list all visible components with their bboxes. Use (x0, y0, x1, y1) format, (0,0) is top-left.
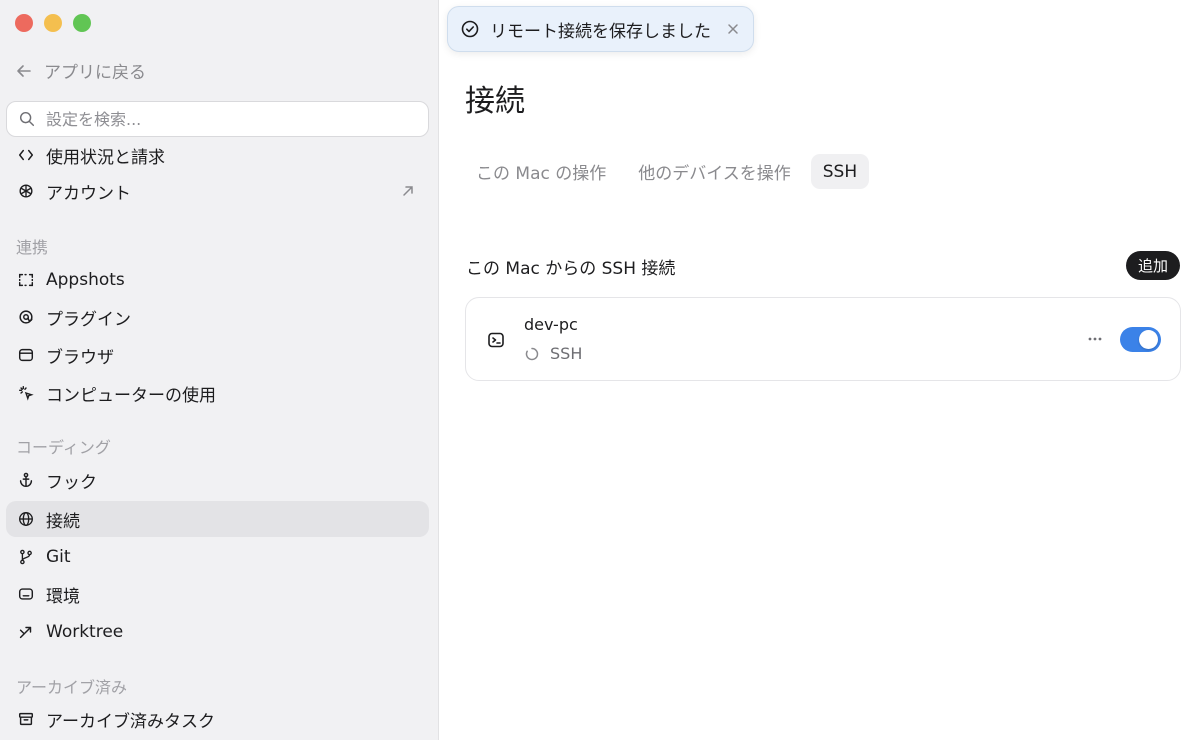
scroll-clip: 使用状況と請求 (0, 140, 438, 170)
sidebar-item-usage-billing[interactable]: 使用状況と請求 (6, 140, 429, 170)
sidebar-item-label: 使用状況と請求 (46, 147, 165, 168)
back-to-app-link[interactable]: アプリに戻る (14, 58, 146, 83)
minimize-window-button[interactable] (44, 14, 62, 32)
sidebar-item-computer-use[interactable]: コンピューターの使用 (6, 375, 429, 411)
anchor-icon (16, 470, 36, 490)
sidebar-item-label: Appshots (46, 270, 125, 290)
sidebar-item-hooks[interactable]: フック (6, 462, 429, 498)
sidebar-item-label: コンピューターの使用 (46, 385, 216, 406)
external-arrow-icon (403, 186, 413, 196)
connection-card: dev-pc SSH (465, 297, 1181, 381)
sidebar-item-label: フック (46, 472, 97, 493)
cursor-click-icon (16, 383, 36, 403)
section-title-coding: コーディング (16, 438, 111, 457)
openai-logo-icon (16, 181, 36, 201)
connection-status: SSH (524, 344, 582, 363)
more-options-icon[interactable] (1084, 328, 1106, 350)
arrow-left-icon (17, 64, 31, 77)
back-label: アプリに戻る (44, 63, 146, 83)
sidebar-item-appshots[interactable]: Appshots (6, 262, 429, 298)
tab-other-devices[interactable]: 他のデバイスを操作 (626, 154, 803, 189)
toast-notification: リモート接続を保存しました (447, 6, 754, 52)
connection-enabled-toggle[interactable] (1120, 327, 1161, 352)
code-brackets-icon (16, 145, 36, 165)
window-controls (15, 14, 91, 32)
sidebar-item-environment[interactable]: 環境 (6, 576, 429, 612)
sidebar-item-browser[interactable]: ブラウザ (6, 337, 429, 373)
worktree-icon (16, 622, 36, 642)
settings-window: アプリに戻る 使用状況と請求 アカウント 連携 (0, 0, 1200, 740)
sidebar-item-label: 接続 (46, 511, 80, 532)
sidebar-item-label: アーカイブ済みタスク (46, 711, 215, 732)
close-window-button[interactable] (15, 14, 33, 32)
section-title-archived: アーカイブ済み (16, 678, 128, 697)
sidebar-item-account[interactable]: アカウント (6, 173, 429, 209)
sidebar-item-label: Git (46, 547, 71, 567)
sidebar-item-label: Worktree (46, 622, 124, 642)
search-icon (19, 111, 35, 127)
search-box (6, 101, 429, 137)
sidebar: アプリに戻る 使用状況と請求 アカウント 連携 (0, 0, 439, 740)
sidebar-item-label: ブラウザ (46, 347, 114, 368)
connection-tabs: この Mac の操作 他のデバイスを操作 SSH (465, 154, 870, 189)
toggle-knob (1139, 330, 1158, 349)
terminal-icon (488, 332, 504, 348)
environment-icon (16, 584, 36, 604)
sidebar-item-label: 環境 (46, 586, 80, 607)
sidebar-item-label: プラグイン (46, 309, 131, 330)
check-circle-icon (460, 19, 480, 39)
section-title-integrations: 連携 (16, 238, 49, 257)
zoom-window-button[interactable] (73, 14, 91, 32)
close-icon[interactable] (725, 21, 741, 37)
tab-ssh[interactable]: SSH (810, 154, 870, 189)
sidebar-item-git[interactable]: Git (6, 539, 429, 575)
page-title: 接続 (465, 84, 525, 119)
connection-name: dev-pc (524, 315, 578, 334)
plugin-icon (16, 307, 36, 327)
main-panel: 接続 この Mac の操作 他のデバイスを操作 SSH この Mac からの S… (440, 0, 1200, 740)
tab-this-mac[interactable]: この Mac の操作 (465, 154, 618, 189)
sidebar-item-connections[interactable]: 接続 (6, 501, 429, 537)
settings-search-input[interactable] (46, 109, 386, 129)
toast-message: リモート接続を保存しました (490, 21, 711, 42)
ssh-section-title: この Mac からの SSH 接続 (466, 259, 676, 279)
sidebar-item-archived-tasks[interactable]: アーカイブ済みタスク (6, 701, 429, 737)
sidebar-item-label: アカウント (46, 183, 131, 204)
archive-icon (16, 709, 36, 729)
screenshot-frame-icon (16, 270, 36, 290)
sidebar-item-plugins[interactable]: プラグイン (6, 299, 429, 335)
git-branch-icon (16, 547, 36, 567)
globe-icon (16, 509, 36, 529)
sidebar-item-worktree[interactable]: Worktree (6, 614, 429, 650)
add-connection-button[interactable]: 追加 (1126, 251, 1181, 280)
loading-spinner-icon (525, 347, 539, 360)
connection-status-label: SSH (550, 344, 583, 363)
browser-icon (16, 345, 36, 365)
